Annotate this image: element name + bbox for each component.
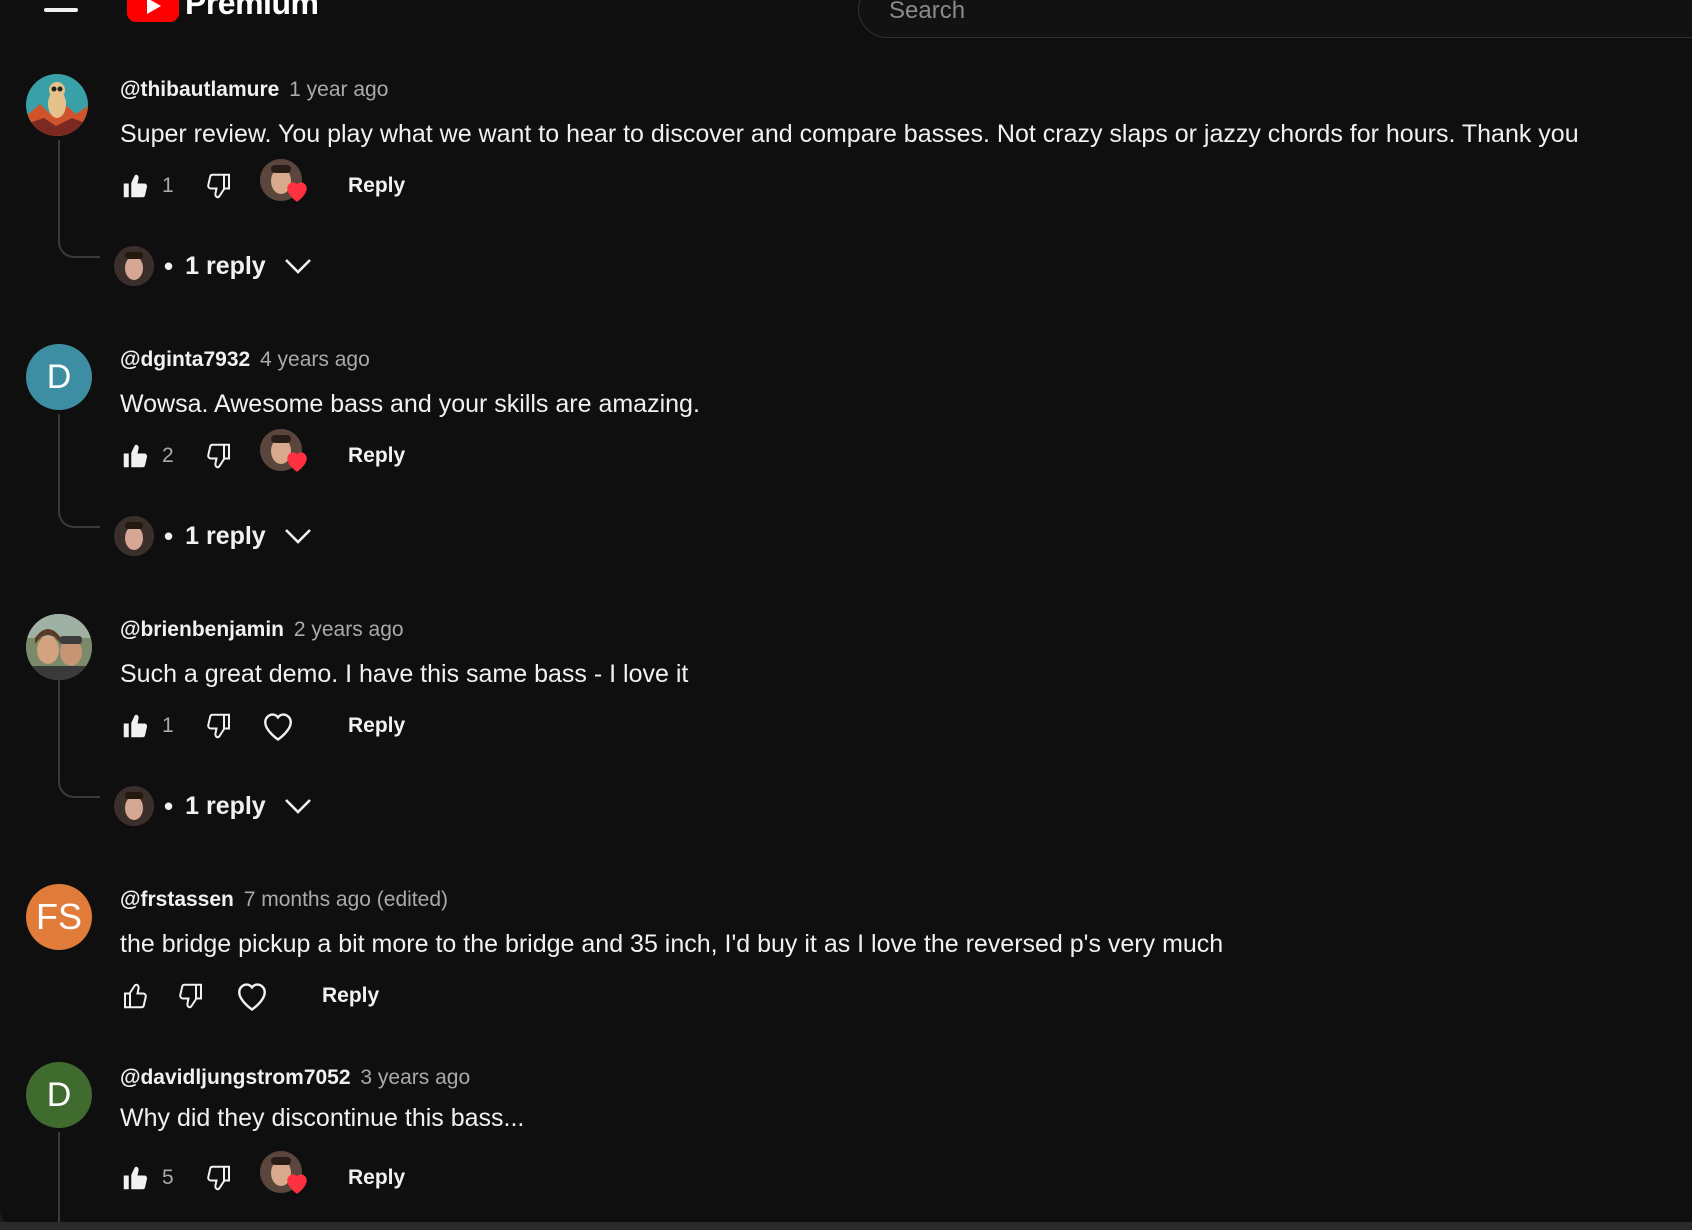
thumbs-down-icon (179, 983, 202, 1009)
reply-button[interactable]: Reply (348, 434, 405, 478)
comment-meta: @davidljungstrom7052 3 years ago (120, 1066, 470, 1090)
comment-text: Super review. You play what we want to h… (120, 120, 1579, 148)
creator-avatar-small (114, 786, 154, 826)
replies-count[interactable]: 1 reply (185, 252, 266, 281)
comment-meta: @dginta7932 4 years ago (120, 348, 370, 372)
logo-text: Premium (185, 0, 319, 21)
avatar[interactable] (26, 74, 88, 136)
comment-text: the bridge pickup a bit more to the brid… (120, 930, 1224, 958)
youtube-play-icon (127, 0, 179, 22)
thumbs-down-icon (207, 443, 230, 469)
replies-count[interactable]: 1 reply (185, 792, 266, 821)
bullet-separator: • (164, 250, 174, 281)
like-button[interactable] (120, 974, 150, 1018)
avatar[interactable]: D (26, 344, 92, 410)
avatar[interactable]: FS (26, 884, 92, 950)
thumbs-down-icon (207, 1165, 230, 1191)
bullet-separator: • (164, 790, 174, 821)
dislike-button[interactable] (204, 1156, 234, 1200)
like-button[interactable] (120, 434, 150, 478)
dislike-button[interactable] (204, 164, 234, 208)
like-button[interactable] (120, 164, 150, 208)
thread-connector (58, 140, 100, 258)
thumbs-up-filled-icon (123, 174, 148, 198)
heart-icon (287, 452, 307, 472)
thumbs-up-icon (124, 983, 147, 1009)
comment-author[interactable]: @frstassen (120, 888, 234, 911)
taskbar-strip (0, 1222, 1692, 1230)
like-button[interactable] (120, 1156, 150, 1200)
avatar-illustration-icon (26, 74, 88, 136)
chevron-down-icon (284, 259, 311, 274)
thread-connector (58, 680, 100, 798)
heart-outline-icon (238, 983, 266, 1011)
thread-connector (58, 414, 100, 528)
comment-author[interactable]: @dginta7932 (120, 348, 250, 371)
thumbs-up-filled-icon (123, 714, 148, 738)
avatar[interactable]: D (26, 1062, 92, 1128)
like-count: 1 (162, 714, 174, 737)
comment-author[interactable]: @davidljungstrom7052 (120, 1066, 351, 1089)
comment-meta: @brienbenjamin 2 years ago (120, 618, 404, 642)
hamburger-menu-icon[interactable] (44, 0, 80, 22)
thumbs-up-filled-icon (123, 1166, 148, 1190)
dislike-button[interactable] (176, 974, 206, 1018)
like-button[interactable] (120, 704, 150, 748)
creator-avatar-small (114, 516, 154, 556)
thumbs-down-icon (207, 173, 230, 199)
comment-text: Such a great demo. I have this same bass… (120, 660, 689, 688)
comment-time[interactable]: 7 months ago (edited) (244, 888, 448, 911)
heart-button[interactable] (260, 704, 296, 748)
view-replies-button[interactable]: • 1 reply (114, 514, 312, 558)
comment-author[interactable]: @brienbenjamin (120, 618, 284, 641)
creator-heart (258, 429, 308, 474)
heart-icon (287, 182, 307, 202)
view-replies-button[interactable]: • 1 reply (114, 244, 312, 288)
creator-avatar-small (114, 246, 154, 286)
comment-time[interactable]: 3 years ago (360, 1066, 470, 1089)
reply-button[interactable]: Reply (348, 1156, 405, 1200)
chevron-down-icon (284, 799, 311, 814)
dislike-button[interactable] (204, 704, 234, 748)
replies-count[interactable]: 1 reply (185, 522, 266, 551)
comment-text: Wowsa. Awesome bass and your skills are … (120, 390, 700, 418)
comment-meta: @frstassen 7 months ago (edited) (120, 888, 448, 912)
reply-button[interactable]: Reply (322, 974, 379, 1018)
creator-heart (258, 1151, 308, 1196)
heart-icon (287, 1174, 307, 1194)
youtube-window: Premium @thibautlamure 1 year ago Super … (0, 0, 1692, 1230)
comment-time[interactable]: 1 year ago (289, 78, 388, 101)
view-replies-button[interactable]: • 1 reply (114, 784, 312, 828)
like-count: 1 (162, 174, 174, 197)
creator-heart (258, 159, 308, 204)
reply-button[interactable]: Reply (348, 704, 405, 748)
heart-button[interactable] (234, 974, 270, 1018)
reply-button[interactable]: Reply (348, 164, 405, 208)
youtube-premium-logo[interactable]: Premium (127, 0, 319, 24)
like-count: 2 (162, 444, 174, 467)
dislike-button[interactable] (204, 434, 234, 478)
bullet-separator: • (164, 520, 174, 551)
comment-author[interactable]: @thibautlamure (120, 78, 279, 101)
like-count: 5 (162, 1166, 174, 1189)
top-header: Premium (0, 0, 1692, 48)
thumbs-down-icon (207, 713, 230, 739)
chevron-down-icon (284, 529, 311, 544)
thread-connector (58, 1132, 100, 1230)
heart-outline-icon (264, 713, 292, 741)
search-bar[interactable] (858, 0, 1692, 38)
search-input[interactable] (887, 0, 1491, 27)
avatar[interactable] (26, 614, 92, 680)
comment-time[interactable]: 2 years ago (294, 618, 404, 641)
comment-text: Why did they discontinue this bass... (120, 1104, 525, 1132)
avatar-photo-icon (26, 614, 92, 680)
thumbs-up-filled-icon (123, 444, 148, 468)
comment-meta: @thibautlamure 1 year ago (120, 78, 388, 102)
comment-time[interactable]: 4 years ago (260, 348, 370, 371)
